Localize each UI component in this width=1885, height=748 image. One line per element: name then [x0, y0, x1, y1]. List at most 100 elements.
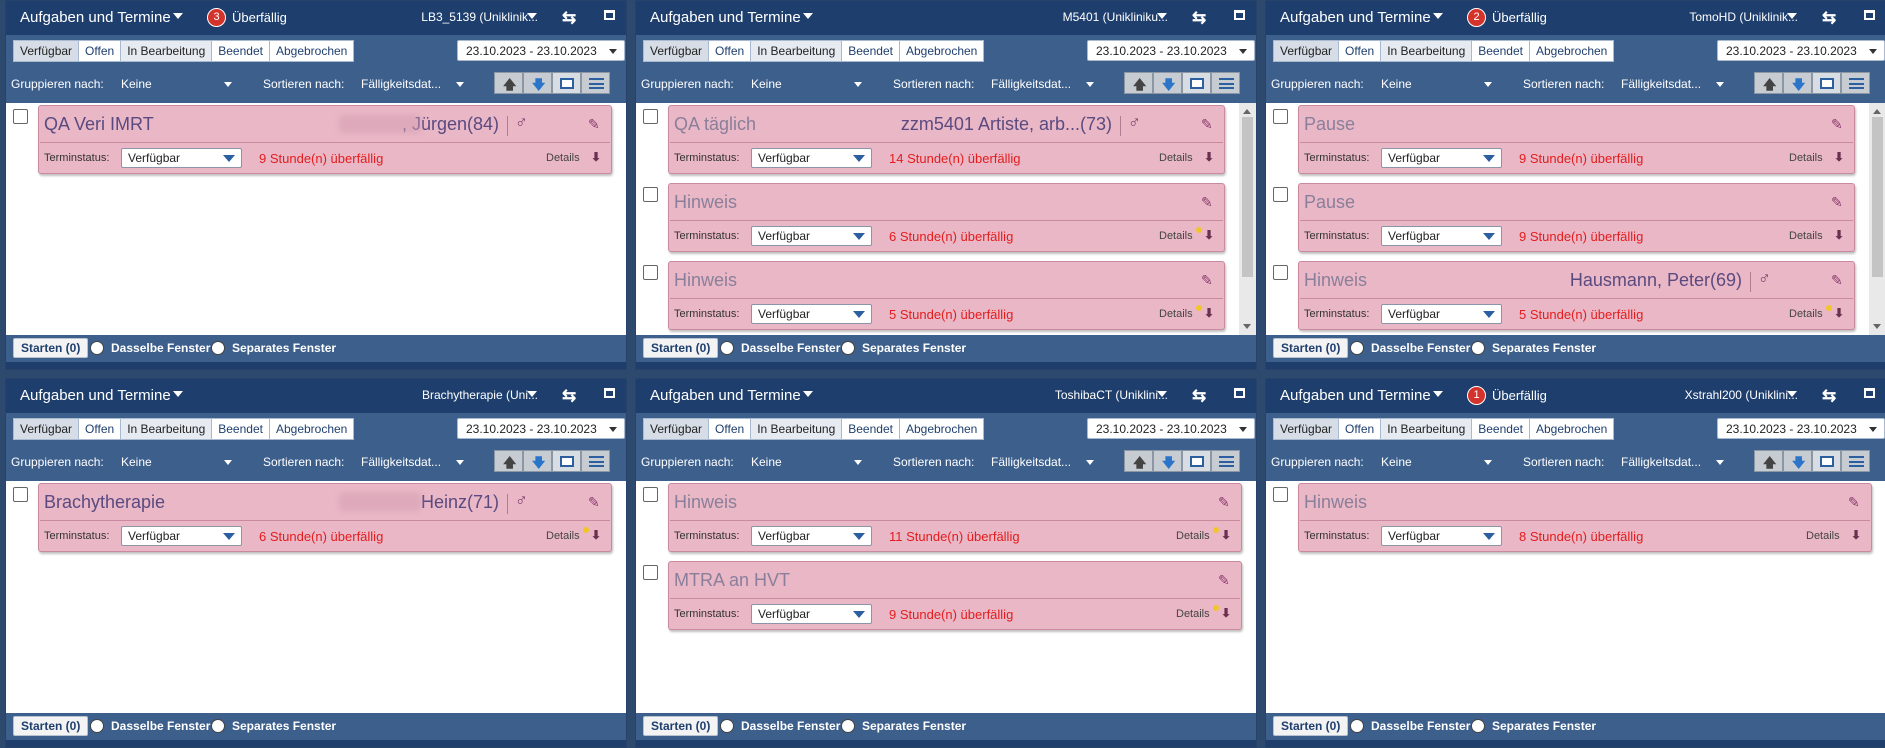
task-card[interactable]: Hinweis ✎ Terminstatus: Verfügbar 5 Stunde(n… — [668, 261, 1225, 330]
edit-icon[interactable]: ✎ — [588, 116, 600, 133]
group-by-value[interactable]: Keine — [751, 77, 782, 91]
download-arrow-icon[interactable]: ⬇ — [1221, 606, 1231, 620]
refresh-icon[interactable]: ⇆ — [562, 386, 576, 406]
edit-icon[interactable]: ✎ — [1831, 194, 1843, 211]
same-window-radio[interactable] — [90, 341, 104, 355]
device-selector[interactable]: ToshibaCT (Uniklini... — [998, 388, 1168, 402]
appointment-status-select[interactable]: Verfügbar — [1381, 304, 1502, 324]
device-selector[interactable]: Xstrahl200 (Uniklini... — [1628, 388, 1798, 402]
device-dropdown-icon[interactable] — [1787, 13, 1797, 19]
tab-verfügbar[interactable]: Verfügbar — [644, 41, 710, 61]
title-dropdown-icon[interactable] — [1433, 391, 1443, 397]
task-checkbox[interactable] — [643, 109, 658, 124]
separate-window-radio[interactable] — [841, 341, 855, 355]
details-link[interactable]: Details — [1789, 152, 1823, 164]
tab-in-bearbeitung[interactable]: In Bearbeitung — [751, 41, 843, 61]
download-arrow-icon[interactable]: ⬇ — [1204, 306, 1214, 320]
separate-window-radio[interactable] — [211, 719, 225, 733]
list-view-button[interactable] — [581, 72, 610, 94]
list-view-button[interactable] — [1211, 450, 1240, 472]
edit-icon[interactable]: ✎ — [1848, 494, 1860, 511]
tab-in-bearbeitung[interactable]: In Bearbeitung — [1381, 419, 1473, 439]
task-card[interactable]: Hinweis ✎ Terminstatus: Verfügbar 11 Stunde(… — [668, 483, 1242, 552]
tab-abgebrochen[interactable]: Abgebrochen — [900, 41, 983, 61]
maximize-icon[interactable] — [1864, 388, 1875, 398]
tab-offen[interactable]: Offen — [1339, 419, 1382, 439]
sort-ascending-button[interactable]: 🡅 — [494, 450, 523, 472]
sort-descending-button[interactable]: 🡇 — [1783, 72, 1812, 94]
sort-by-dropdown-icon[interactable] — [456, 82, 464, 87]
scroll-down-icon[interactable] — [1873, 324, 1881, 329]
appointment-status-select[interactable]: Verfügbar — [1381, 148, 1502, 168]
tab-beendet[interactable]: Beendet — [212, 41, 270, 61]
task-checkbox[interactable] — [643, 187, 658, 202]
start-button[interactable]: Starten (0) — [643, 338, 719, 358]
task-checkbox[interactable] — [13, 109, 28, 124]
tab-in-bearbeitung[interactable]: In Bearbeitung — [1381, 41, 1473, 61]
sort-descending-button[interactable]: 🡇 — [1153, 450, 1182, 472]
edit-icon[interactable]: ✎ — [1201, 194, 1213, 211]
tab-verfügbar[interactable]: Verfügbar — [1274, 419, 1340, 439]
download-arrow-icon[interactable]: ⬇ — [591, 150, 601, 164]
task-card[interactable]: Pause ✎ Terminstatus: Verfügbar 9 Stunde(n) … — [1298, 105, 1855, 174]
appointment-status-select[interactable]: Verfügbar — [751, 148, 872, 168]
tab-offen[interactable]: Offen — [79, 419, 122, 439]
download-arrow-icon[interactable]: ⬇ — [1204, 228, 1214, 242]
appointment-status-select[interactable]: Verfügbar — [751, 304, 872, 324]
tab-verfügbar[interactable]: Verfügbar — [14, 41, 80, 61]
device-dropdown-icon[interactable] — [1157, 391, 1167, 397]
scroll-down-icon[interactable] — [1243, 324, 1251, 329]
card-view-button[interactable] — [1182, 72, 1211, 94]
card-view-button[interactable] — [1812, 72, 1841, 94]
tab-abgebrochen[interactable]: Abgebrochen — [270, 419, 353, 439]
group-by-value[interactable]: Keine — [1381, 455, 1412, 469]
details-link[interactable]: Details — [1176, 530, 1210, 542]
maximize-icon[interactable] — [1234, 10, 1245, 20]
appointment-status-select[interactable]: Verfügbar — [751, 526, 872, 546]
start-button[interactable]: Starten (0) — [13, 716, 89, 736]
details-link[interactable]: Details — [546, 530, 580, 542]
sort-descending-button[interactable]: 🡇 — [1783, 450, 1812, 472]
sort-by-value[interactable]: Fälligkeitsdat... — [1621, 455, 1701, 469]
refresh-icon[interactable]: ⇆ — [1822, 8, 1836, 28]
tab-offen[interactable]: Offen — [79, 41, 122, 61]
download-arrow-icon[interactable]: ⬇ — [1834, 150, 1844, 164]
group-by-dropdown-icon[interactable] — [1484, 82, 1492, 87]
group-by-dropdown-icon[interactable] — [224, 82, 232, 87]
scroll-up-icon[interactable] — [1873, 109, 1881, 114]
group-by-dropdown-icon[interactable] — [854, 82, 862, 87]
details-link[interactable]: Details — [1159, 230, 1193, 242]
tab-verfügbar[interactable]: Verfügbar — [1274, 41, 1340, 61]
details-link[interactable]: Details — [546, 152, 580, 164]
title-dropdown-icon[interactable] — [173, 391, 183, 397]
scroll-up-icon[interactable] — [1243, 109, 1251, 114]
maximize-icon[interactable] — [1234, 388, 1245, 398]
card-view-button[interactable] — [552, 450, 581, 472]
sort-by-dropdown-icon[interactable] — [1086, 82, 1094, 87]
maximize-icon[interactable] — [1864, 10, 1875, 20]
tab-offen[interactable]: Offen — [709, 419, 752, 439]
refresh-icon[interactable]: ⇆ — [1192, 386, 1206, 406]
sort-ascending-button[interactable]: 🡅 — [1754, 450, 1783, 472]
separate-window-radio[interactable] — [211, 341, 225, 355]
tab-abgebrochen[interactable]: Abgebrochen — [1530, 41, 1613, 61]
task-checkbox[interactable] — [1273, 265, 1288, 280]
tab-beendet[interactable]: Beendet — [1472, 41, 1530, 61]
start-button[interactable]: Starten (0) — [1273, 338, 1349, 358]
same-window-radio[interactable] — [1350, 719, 1364, 733]
task-card[interactable]: Pause ✎ Terminstatus: Verfügbar 9 Stunde(n) … — [1298, 183, 1855, 252]
edit-icon[interactable]: ✎ — [1201, 116, 1213, 133]
edit-icon[interactable]: ✎ — [1831, 272, 1843, 289]
sort-descending-button[interactable]: 🡇 — [523, 450, 552, 472]
task-card[interactable]: QA täglich zzm5401 Artiste, arb...(73) ♂ ✎ T… — [668, 105, 1225, 174]
list-view-button[interactable] — [581, 450, 610, 472]
same-window-radio[interactable] — [720, 341, 734, 355]
date-range-picker[interactable]: 23.10.2023 - 23.10.2023 — [457, 418, 625, 439]
task-card[interactable]: Hinweis Hausmann, Peter(69) ♂ ✎ Terminstatus… — [1298, 261, 1855, 330]
maximize-icon[interactable] — [604, 10, 615, 20]
task-checkbox[interactable] — [1273, 487, 1288, 502]
download-arrow-icon[interactable]: ⬇ — [1221, 528, 1231, 542]
sort-ascending-button[interactable]: 🡅 — [1124, 72, 1153, 94]
sort-ascending-button[interactable]: 🡅 — [1124, 450, 1153, 472]
sort-by-value[interactable]: Fälligkeitsdat... — [991, 77, 1071, 91]
